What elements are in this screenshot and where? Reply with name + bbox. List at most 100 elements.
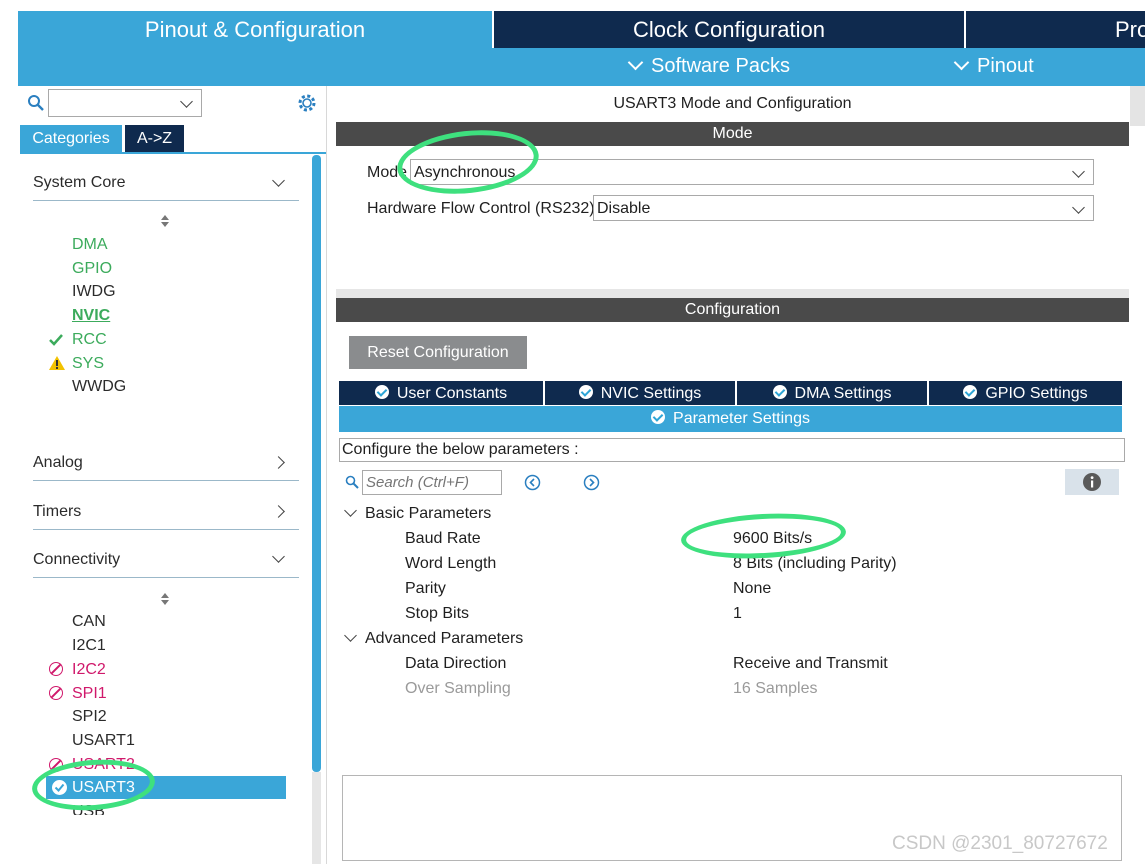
chevron-down-icon: [953, 54, 970, 71]
check-circle-icon: [963, 385, 978, 399]
category-connectivity-label: Connectivity: [33, 551, 121, 568]
param-word-length-label: Word Length: [405, 555, 497, 572]
group-basic-parameters[interactable]: Basic Parameters: [344, 504, 492, 523]
chevron-down-icon: [1072, 201, 1085, 214]
check-icon: [49, 334, 63, 346]
tab-underline: [20, 152, 326, 154]
tab-user-constants[interactable]: User Constants: [339, 381, 543, 405]
configure-text-box: Configure the below parameters :: [339, 438, 1125, 462]
param-over-sampling-label: Over Sampling: [405, 680, 511, 697]
check-circle-icon: [651, 410, 666, 424]
sidebar-scrollbar[interactable]: [312, 155, 321, 772]
param-data-direction-value[interactable]: Receive and Transmit: [733, 655, 888, 673]
chevron-right-icon: [272, 505, 285, 518]
param-parity-value[interactable]: None: [733, 580, 771, 598]
search-icon: [345, 475, 359, 489]
tab-clock-configuration[interactable]: Clock Configuration: [494, 11, 964, 48]
chevron-down-icon: [344, 629, 357, 642]
param-stop-bits-value[interactable]: 1: [733, 605, 742, 623]
periph-dma[interactable]: DMA: [72, 236, 108, 254]
gear-icon[interactable]: [296, 92, 318, 114]
periph-spi2[interactable]: SPI2: [72, 708, 107, 726]
sort-icon[interactable]: [160, 215, 170, 229]
periph-iwdg[interactable]: IWDG: [72, 283, 116, 301]
chevron-down-icon: [180, 95, 193, 108]
param-over-sampling-value: 16 Samples: [733, 680, 818, 697]
watermark: CSDN @2301_80727672: [892, 833, 1108, 854]
param-parity-label: Parity: [405, 580, 446, 597]
tab-pinout-configuration[interactable]: Pinout & Configuration: [18, 11, 492, 48]
tab-pinout-label: Pinout & Configuration: [144, 17, 366, 42]
tab-categories[interactable]: Categories: [20, 125, 122, 152]
tab-a-to-z[interactable]: A->Z: [125, 125, 184, 152]
pinout-menu-label: Pinout: [977, 55, 1034, 77]
periph-i2c1[interactable]: I2C1: [72, 637, 106, 655]
warning-icon: [49, 356, 65, 370]
hfc-select-value: Disable: [597, 200, 651, 217]
pinout-menu[interactable]: Pinout: [953, 54, 1034, 78]
category-analog-label: Analog: [33, 454, 83, 471]
reset-configuration-button[interactable]: Reset Configuration: [349, 336, 527, 369]
periph-usart1[interactable]: USART1: [72, 732, 135, 750]
right-edge-marker: [1130, 86, 1145, 126]
category-system-core-label: System Core: [33, 174, 126, 191]
software-packs-label: Software Packs: [651, 55, 790, 77]
sidebar-scroll-track: [312, 772, 321, 864]
chevron-right-icon: [272, 456, 285, 469]
periph-can[interactable]: CAN: [72, 613, 106, 631]
search-combobox[interactable]: [48, 89, 202, 117]
param-data-direction-label: Data Direction: [405, 655, 507, 672]
category-analog[interactable]: Analog: [33, 454, 299, 481]
tab-dma-settings[interactable]: DMA Settings: [737, 381, 927, 405]
check-circle-icon: [772, 385, 787, 399]
tab-user-constants-label: User Constants: [396, 385, 508, 402]
parameter-search-input[interactable]: [362, 470, 502, 495]
category-timers[interactable]: Timers: [33, 503, 299, 530]
tab-categories-label: Categories: [32, 130, 110, 147]
configuration-section-header: Configuration: [336, 298, 1129, 322]
periph-sys[interactable]: SYS: [72, 355, 104, 373]
next-icon[interactable]: [583, 474, 600, 491]
tab-nvic-settings[interactable]: NVIC Settings: [545, 381, 735, 405]
periph-rcc[interactable]: RCC: [72, 331, 107, 349]
blocked-icon: [49, 662, 63, 676]
tab-nvic-settings-label: NVIC Settings: [600, 385, 702, 402]
previous-icon[interactable]: [524, 474, 541, 491]
configure-text: Configure the below parameters :: [342, 441, 579, 458]
category-timers-label: Timers: [33, 503, 82, 520]
param-baud-rate-label: Baud Rate: [405, 530, 481, 547]
chevron-down-icon: [272, 550, 285, 563]
chevron-down-icon: [272, 174, 285, 187]
group-basic-label: Basic Parameters: [365, 505, 492, 522]
param-stop-bits-label: Stop Bits: [405, 605, 470, 622]
tab-parameter-settings[interactable]: Parameter Settings: [339, 406, 1122, 432]
check-circle-icon: [374, 385, 389, 399]
sort-icon[interactable]: [160, 593, 170, 607]
group-advanced-parameters[interactable]: Advanced Parameters: [344, 629, 523, 648]
info-icon: [1083, 473, 1101, 491]
periph-gpio[interactable]: GPIO: [72, 260, 112, 278]
periph-nvic[interactable]: NVIC: [72, 307, 110, 325]
panel-title: USART3 Mode and Configuration: [613, 95, 852, 112]
search-icon[interactable]: [27, 94, 45, 112]
tab-project-label: Pro: [1115, 17, 1145, 42]
tab-a-to-z-label: A->Z: [136, 130, 173, 147]
software-packs-menu[interactable]: Software Packs: [627, 54, 790, 78]
periph-i2c2[interactable]: I2C2: [72, 661, 106, 679]
reset-configuration-label: Reset Configuration: [367, 344, 509, 361]
hfc-label: Hardware Flow Control (RS232): [367, 200, 595, 217]
chevron-down-icon: [627, 54, 644, 71]
tab-parameter-settings-label: Parameter Settings: [673, 410, 810, 427]
check-circle-icon: [578, 385, 593, 399]
periph-wwdg[interactable]: WWDG: [72, 378, 126, 396]
category-connectivity[interactable]: Connectivity: [33, 550, 299, 578]
info-button[interactable]: [1065, 469, 1119, 495]
periph-spi1[interactable]: SPI1: [72, 685, 107, 703]
hfc-select[interactable]: Disable: [593, 195, 1094, 221]
category-system-core[interactable]: System Core: [33, 174, 299, 201]
panel-divider: [336, 289, 1129, 298]
tab-clock-label: Clock Configuration: [633, 17, 825, 42]
tab-dma-settings-label: DMA Settings: [794, 385, 892, 402]
tab-gpio-settings[interactable]: GPIO Settings: [929, 381, 1122, 405]
tab-project-manager[interactable]: Pro: [966, 11, 1145, 48]
